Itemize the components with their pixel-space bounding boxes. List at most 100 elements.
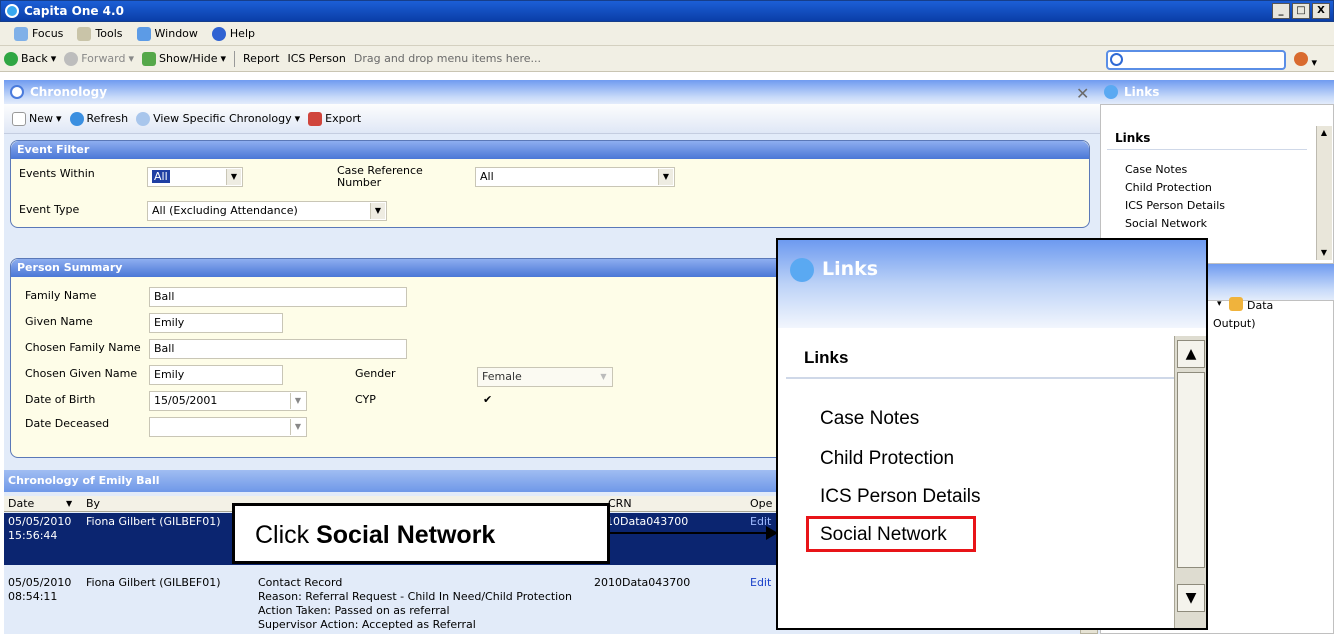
menu-focus-label: Focus [32,27,64,40]
person-icon [1294,52,1308,66]
ics-person-link[interactable]: ICS Person [288,52,346,65]
event-type-label: Event Type [19,203,80,216]
link-ics-person-details[interactable]: ICS Person Details [1125,199,1225,212]
events-within-select[interactable]: All ▼ [147,167,243,187]
help-icon [211,26,226,41]
chosen-given-label: Chosen Given Name [25,367,138,380]
zoom-title: Links [804,348,849,367]
links-icon [790,258,814,282]
row-time: 15:56:44 [8,529,58,542]
cyp-checkbox[interactable]: ✔ [483,393,492,406]
zoom-link-case-notes[interactable]: Case Notes [820,408,919,430]
calendar-dropdown-icon: ▼ [290,393,305,409]
refresh-button[interactable]: Refresh [69,111,129,126]
chronology-panel-header: Chronology [4,80,1100,104]
view-specific-button[interactable]: View Specific Chronology ▾ [136,111,300,126]
back-button[interactable]: Back ▾ [4,51,56,66]
row-by: Fiona Gilbert (GILBEF01) [86,576,221,589]
menu-help[interactable]: Help [211,26,255,41]
event-type-value: All (Excluding Attendance) [152,204,298,217]
scroll-thumb[interactable] [1177,372,1205,568]
instruction-target: Social Network [316,521,496,549]
report-link[interactable]: Report [243,52,279,65]
col-date[interactable]: Date [8,497,34,510]
person-menu-button[interactable]: ▾ [1294,52,1326,70]
sort-icon[interactable]: ▼ [66,499,72,508]
tools-icon [77,26,92,41]
data-button-label[interactable]: Data [1247,299,1273,312]
search-icon [1110,53,1123,66]
links-panel-title: Links [1115,131,1151,145]
minimize-button[interactable]: _ [1272,3,1290,19]
dob-label: Date of Birth [25,393,96,406]
focus-icon [14,26,28,41]
scroll-up-icon[interactable]: ▲ [1317,126,1331,140]
chevron-down-icon: ▼ [226,169,241,185]
maximize-button[interactable]: □ [1292,3,1310,19]
chevron-down-icon: ▼ [370,203,385,219]
calendar-dropdown-icon: ▼ [290,419,305,435]
instruction-callout: Click Social Network [232,503,610,564]
menu-tools[interactable]: Tools [77,26,123,41]
scroll-down-icon[interactable]: ▼ [1317,246,1331,260]
row-date: 05/05/2010 [8,515,72,528]
scroll-down-icon[interactable]: ▼ [1177,584,1205,612]
new-button[interactable]: New ▾ [12,111,62,126]
new-label: New [29,112,53,125]
chevron-down-icon: ▼ [600,372,607,381]
table-row[interactable]: 05/05/2010 08:54:11 Fiona Gilbert (GILBE… [4,574,864,634]
back-label: Back [21,52,48,65]
global-search-input[interactable] [1106,50,1286,70]
instruction-prefix: Click [255,521,317,549]
cyp-label: CYP [355,393,376,406]
link-child-protection[interactable]: Child Protection [1125,181,1212,194]
col-by[interactable]: By [86,497,100,510]
showhide-button[interactable]: Show/Hide ▾ [142,51,226,66]
chevron-down-icon: ▼ [658,169,673,185]
view-specific-label: View Specific Chronology [153,112,292,125]
zoom-scrollbar[interactable]: ▲ ▼ [1174,336,1206,628]
back-icon [4,51,18,66]
chevron-down-icon[interactable]: ▾ [1217,299,1222,309]
events-within-label: Events Within [19,167,95,180]
case-ref-value: All [480,170,494,183]
chosen-family-field[interactable]: Ball [149,339,407,359]
link-case-notes[interactable]: Case Notes [1125,163,1187,176]
scroll-up-icon[interactable]: ▲ [1177,340,1205,368]
event-type-select[interactable]: All (Excluding Attendance) ▼ [147,201,387,221]
gender-select[interactable]: Female ▼ [477,367,613,387]
data-icon [1229,297,1243,311]
dob-field[interactable]: 15/05/2001 ▼ [149,391,307,411]
events-within-value: All [152,170,170,183]
output-text: Output) [1213,317,1256,330]
row-desc-line2: Reason: Referral Request - Child In Need… [258,590,572,603]
link-social-network[interactable]: Social Network [1125,217,1207,230]
chosen-given-field[interactable]: Emily [149,365,283,385]
given-name-label: Given Name [25,315,93,328]
refresh-label: Refresh [86,112,129,125]
given-name-field[interactable]: Emily [149,313,283,333]
event-filter-title: Event Filter [11,141,1089,159]
dragdrop-hint: Drag and drop menu items here... [353,52,542,65]
close-panel-icon[interactable]: ✕ [1076,84,1089,103]
deceased-field[interactable]: ▼ [149,417,307,437]
links-divider [1107,149,1307,150]
links-scrollbar[interactable]: ▲ ▼ [1316,126,1332,260]
case-ref-label-line2: Number [337,176,382,189]
row-edit-link[interactable]: Edit [750,576,771,589]
zoom-link-child-protection[interactable]: Child Protection [820,448,954,470]
zoom-link-ics-person-details[interactable]: ICS Person Details [820,486,981,508]
case-ref-select[interactable]: All ▼ [475,167,675,187]
export-button[interactable]: Export [308,111,361,126]
family-name-field[interactable]: Ball [149,287,407,307]
menu-focus[interactable]: Focus [14,26,64,41]
menu-window[interactable]: Window [136,26,198,41]
col-crn[interactable]: CRN [608,497,632,510]
col-ope[interactable]: Ope [750,497,772,510]
close-button[interactable]: X [1312,3,1330,19]
zoom-header-label: Links [822,258,879,280]
forward-button[interactable]: Forward ▾ [64,51,134,66]
menu-help-label: Help [229,27,255,40]
callout-arrow-head [766,526,778,540]
menu-tools-label: Tools [95,27,123,40]
